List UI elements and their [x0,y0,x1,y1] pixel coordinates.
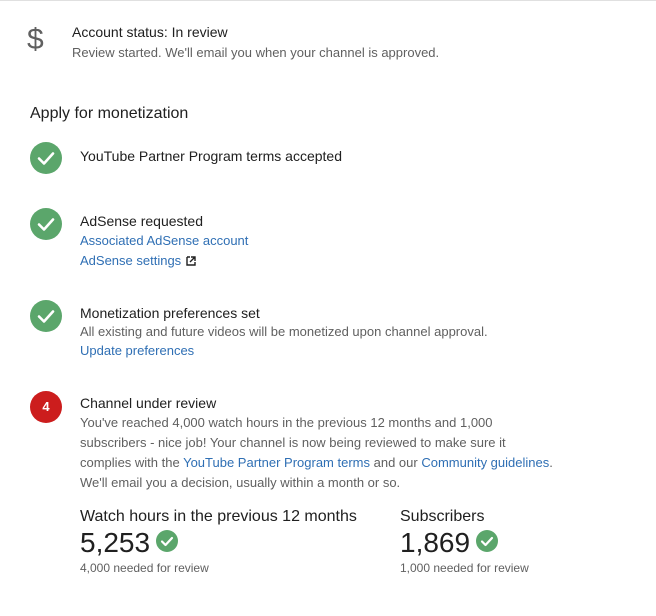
check-circle-icon [30,208,62,240]
account-status-title: Account status: In review [72,24,228,40]
watch-hours-value: 5,253 [80,527,151,558]
external-link-icon [186,256,196,266]
community-guidelines-link[interactable]: Community guidelines [421,455,549,470]
adsense-settings-label: AdSense settings [80,253,182,268]
review-line: complies with the YouTube Partner Progra… [80,453,560,473]
review-text-fragment: and our [370,455,422,470]
subscribers-requirement: 1,000 needed for review [400,561,529,575]
subscribers-value: 1,869 [400,527,471,558]
check-circle-icon [156,530,179,552]
step-preferences-description: All existing and future videos will be m… [80,324,488,339]
subscribers-value-row: 1,869 [400,527,499,559]
watch-hours-value-row: 5,253 [80,527,179,559]
step-adsense-title: AdSense requested [80,213,203,229]
section-title: Apply for monetization [30,105,189,122]
partner-program-terms-link[interactable]: YouTube Partner Program terms [183,455,370,470]
account-status-panel: $ Account status: In review Review start… [0,0,656,80]
step-review-description: You've reached 4,000 watch hours in the … [80,413,560,493]
review-line: subscribers - nice job! Your channel is … [80,435,506,450]
watch-hours-requirement: 4,000 needed for review [80,561,209,575]
review-line: You've reached 4,000 watch hours in the … [80,415,493,430]
step-number-badge: 4 [30,391,62,423]
associated-adsense-link[interactable]: Associated AdSense account [80,232,248,249]
dollar-icon: $ [27,23,44,56]
review-text-fragment: complies with the [80,455,184,470]
review-line: We'll email you a decision, usually with… [80,475,401,490]
step-terms-title: YouTube Partner Program terms accepted [80,148,342,164]
step-preferences-title: Monetization preferences set [80,305,260,321]
subscribers-title: Subscribers [400,508,485,525]
account-status-description: Review started. We'll email you when you… [72,45,440,60]
check-circle-icon [30,300,62,332]
update-preferences-link[interactable]: Update preferences [80,342,194,359]
review-text-fragment: . [549,455,553,470]
step-review-title: Channel under review [80,395,217,411]
check-circle-icon [30,142,62,174]
watch-hours-title: Watch hours in the previous 12 months [80,508,357,525]
check-circle-icon [476,530,499,552]
adsense-settings-link[interactable]: AdSense settings [80,252,196,269]
